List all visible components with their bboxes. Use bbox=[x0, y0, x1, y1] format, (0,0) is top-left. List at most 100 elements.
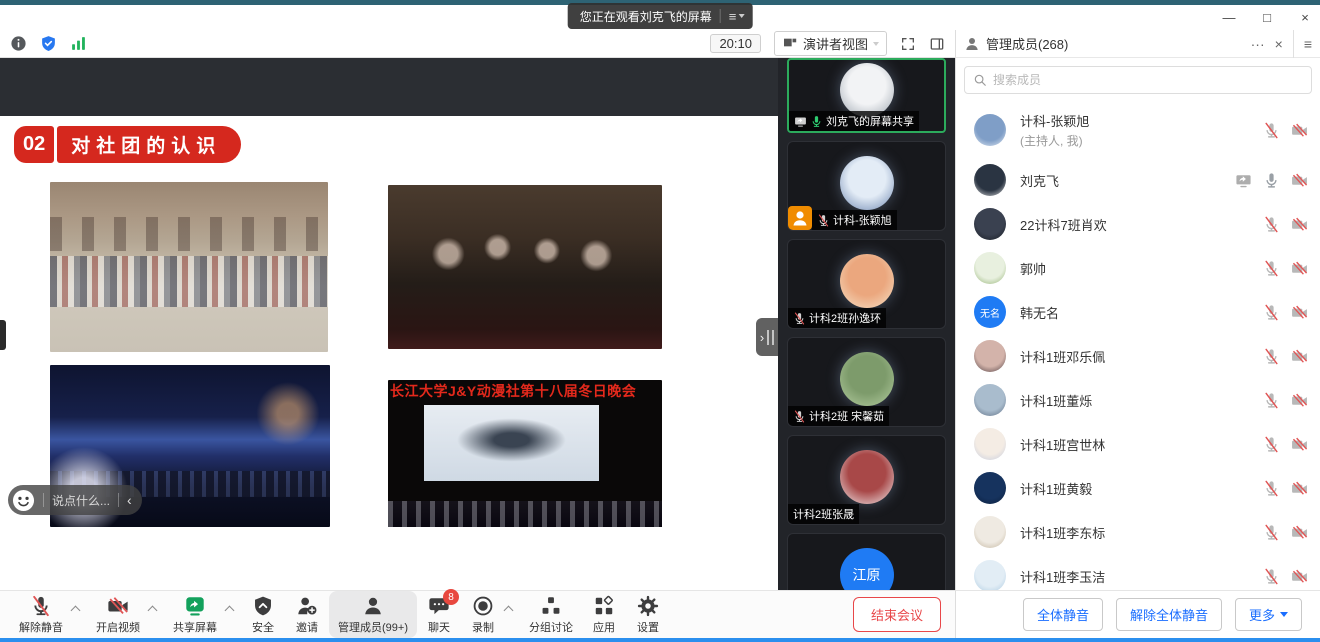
thumbnail-name-label: 计科2班孙逸环 bbox=[788, 308, 886, 328]
panel-more-button[interactable]: ··· bbox=[1251, 36, 1265, 52]
end-meeting-button[interactable]: 结束会议 bbox=[853, 597, 941, 632]
mic-muted-icon[interactable] bbox=[1263, 348, 1280, 365]
member-avatar bbox=[974, 208, 1006, 240]
video-thumbnail[interactable]: 计科2班 宋馨茹 bbox=[787, 337, 946, 427]
camera-muted-icon[interactable] bbox=[1291, 480, 1308, 497]
caret-down-icon bbox=[738, 14, 744, 18]
breakout-button[interactable]: 分组讨论 bbox=[520, 591, 582, 638]
member-row[interactable]: 计科-张颖旭(主持人, 我) bbox=[956, 102, 1320, 158]
banner-menu-button[interactable]: ≡ bbox=[729, 9, 745, 24]
network-signal-icon[interactable] bbox=[70, 35, 87, 52]
mic-muted-icon[interactable] bbox=[1263, 392, 1280, 409]
start-video-button[interactable]: 开启视频 bbox=[87, 591, 149, 638]
panel-menu-icon[interactable]: ≡ bbox=[1304, 36, 1312, 52]
slide-section-number: 02 bbox=[14, 126, 54, 163]
video-thumbnail[interactable]: 计科2班张晟 bbox=[787, 435, 946, 525]
left-panel-handle[interactable] bbox=[0, 320, 6, 350]
mic-muted-icon[interactable] bbox=[1263, 480, 1280, 497]
member-row[interactable]: 郭帅 bbox=[956, 246, 1320, 290]
mic-muted-icon[interactable] bbox=[1263, 568, 1280, 585]
camera-muted-icon[interactable] bbox=[1291, 260, 1308, 277]
member-row[interactable]: 计科1班董烁 bbox=[956, 378, 1320, 422]
members-panel-footer: 全体静音解除全体静音更多 bbox=[955, 590, 1320, 638]
mute-all-button[interactable]: 全体静音 bbox=[1023, 598, 1103, 631]
share-screen-button[interactable]: 共享屏幕 bbox=[164, 591, 226, 638]
video-thumbnail[interactable]: 刘克飞的屏幕共享 bbox=[787, 58, 946, 133]
members-panel: 计科-张颖旭(主持人, 我)刘克飞22计科7班肖欢郭帅无名韩无名计科1班邓乐佩计… bbox=[955, 58, 1320, 590]
camera-muted-icon[interactable] bbox=[1291, 122, 1308, 139]
meeting-info-icon[interactable] bbox=[10, 35, 27, 52]
divider bbox=[43, 493, 44, 507]
member-row[interactable]: 计科1班黄毅 bbox=[956, 466, 1320, 510]
apps-button[interactable]: 应用 bbox=[582, 591, 626, 638]
chevron-up-icon[interactable] bbox=[225, 606, 235, 616]
thumbnail-name: 计科2班孙逸环 bbox=[809, 310, 881, 326]
view-mode-dropdown[interactable]: 演讲者视图 bbox=[774, 31, 887, 56]
settings-button[interactable]: 设置 bbox=[626, 591, 670, 638]
mic-on-icon[interactable] bbox=[1263, 172, 1280, 189]
minimize-button[interactable]: — bbox=[1220, 10, 1238, 25]
chevron-up-icon[interactable] bbox=[504, 606, 514, 616]
member-role-subtitle: (主持人, 我) bbox=[1020, 132, 1089, 149]
gala-stage-floor bbox=[388, 501, 662, 527]
member-search-input[interactable] bbox=[993, 73, 1303, 87]
video-thumbnail[interactable]: 计科-张颖旭 bbox=[787, 141, 946, 231]
chat-input-placeholder[interactable]: 说点什么... bbox=[52, 492, 110, 509]
sidebar-toggle-icon[interactable] bbox=[929, 36, 945, 52]
more-button[interactable]: 更多 bbox=[1235, 598, 1302, 631]
participant-avatar bbox=[840, 450, 894, 504]
mic-muted-icon[interactable] bbox=[1263, 122, 1280, 139]
camera-muted-icon[interactable] bbox=[1291, 568, 1308, 585]
fullscreen-icon[interactable] bbox=[900, 36, 916, 52]
participant-avatar bbox=[840, 352, 894, 406]
camera-muted-icon[interactable] bbox=[1291, 392, 1308, 409]
unmute-all-button[interactable]: 解除全体静音 bbox=[1116, 598, 1222, 631]
member-row[interactable]: 计科1班宫世林 bbox=[956, 422, 1320, 466]
chat-collapse-arrow[interactable]: ‹ bbox=[127, 492, 132, 508]
slide-section-heading: 对社团的认识 bbox=[57, 126, 241, 163]
video-thumbnail[interactable]: 江原 bbox=[787, 533, 946, 590]
mic-muted-icon[interactable] bbox=[1263, 260, 1280, 277]
mic-muted-icon[interactable] bbox=[1263, 436, 1280, 453]
member-row[interactable]: 计科1班邓乐佩 bbox=[956, 334, 1320, 378]
chevron-up-icon[interactable] bbox=[71, 606, 81, 616]
panel-close-button[interactable]: × bbox=[1275, 36, 1283, 52]
mic-muted-icon[interactable] bbox=[1263, 304, 1280, 321]
camera-muted-icon[interactable] bbox=[1291, 524, 1308, 541]
record-button[interactable]: 录制 bbox=[461, 591, 505, 638]
window-controls: — □ × bbox=[1220, 5, 1314, 30]
participant-avatar: 江原 bbox=[840, 548, 894, 590]
member-row[interactable]: 计科1班李东标 bbox=[956, 510, 1320, 554]
member-list: 计科-张颖旭(主持人, 我)刘克飞22计科7班肖欢郭帅无名韩无名计科1班邓乐佩计… bbox=[956, 102, 1320, 590]
security-button[interactable]: 安全 bbox=[241, 591, 285, 638]
mic-muted-icon bbox=[28, 594, 54, 618]
camera-muted-icon[interactable] bbox=[1291, 436, 1308, 453]
member-row[interactable]: 刘克飞 bbox=[956, 158, 1320, 202]
camera-muted-icon[interactable] bbox=[1291, 304, 1308, 321]
close-button[interactable]: × bbox=[1296, 10, 1314, 25]
video-thumbnail[interactable]: 计科2班孙逸环 bbox=[787, 239, 946, 329]
chat-button[interactable]: 8聊天 bbox=[417, 591, 461, 638]
mic-muted-icon[interactable] bbox=[1263, 524, 1280, 541]
member-row[interactable]: 计科1班李玉洁 bbox=[956, 554, 1320, 590]
gala-caption: 长江大学J&Y动漫社第十八届冬日晚会 bbox=[390, 381, 662, 401]
chevron-up-icon[interactable] bbox=[148, 606, 158, 616]
maximize-button[interactable]: □ bbox=[1258, 10, 1276, 25]
mic-muted-icon[interactable] bbox=[1263, 216, 1280, 233]
member-avatar bbox=[974, 340, 1006, 372]
member-row[interactable]: 22计科7班肖欢 bbox=[956, 202, 1320, 246]
titlebar: 您正在观看刘克飞的屏幕 ≡ — □ × bbox=[0, 5, 1320, 30]
status-toolbar: 20:10 演讲者视图 bbox=[0, 30, 955, 58]
meeting-secure-shield-icon[interactable] bbox=[40, 35, 57, 52]
unmute-button[interactable]: 解除静音 bbox=[10, 591, 72, 638]
thumbnail-name-label: 计科2班 宋馨茹 bbox=[788, 406, 889, 426]
manage-members-button[interactable]: 管理成员(99+) bbox=[329, 591, 417, 638]
camera-muted-icon[interactable] bbox=[1291, 172, 1308, 189]
video-strip-collapse-handle[interactable]: › bbox=[756, 318, 778, 356]
invite-button[interactable]: 邀请 bbox=[285, 591, 329, 638]
camera-muted-icon[interactable] bbox=[1291, 348, 1308, 365]
camera-muted-icon[interactable] bbox=[1291, 216, 1308, 233]
member-name: 计科1班李玉洁 bbox=[1020, 567, 1105, 586]
member-row[interactable]: 无名韩无名 bbox=[956, 290, 1320, 334]
emoji-smiley-icon[interactable] bbox=[12, 489, 35, 512]
